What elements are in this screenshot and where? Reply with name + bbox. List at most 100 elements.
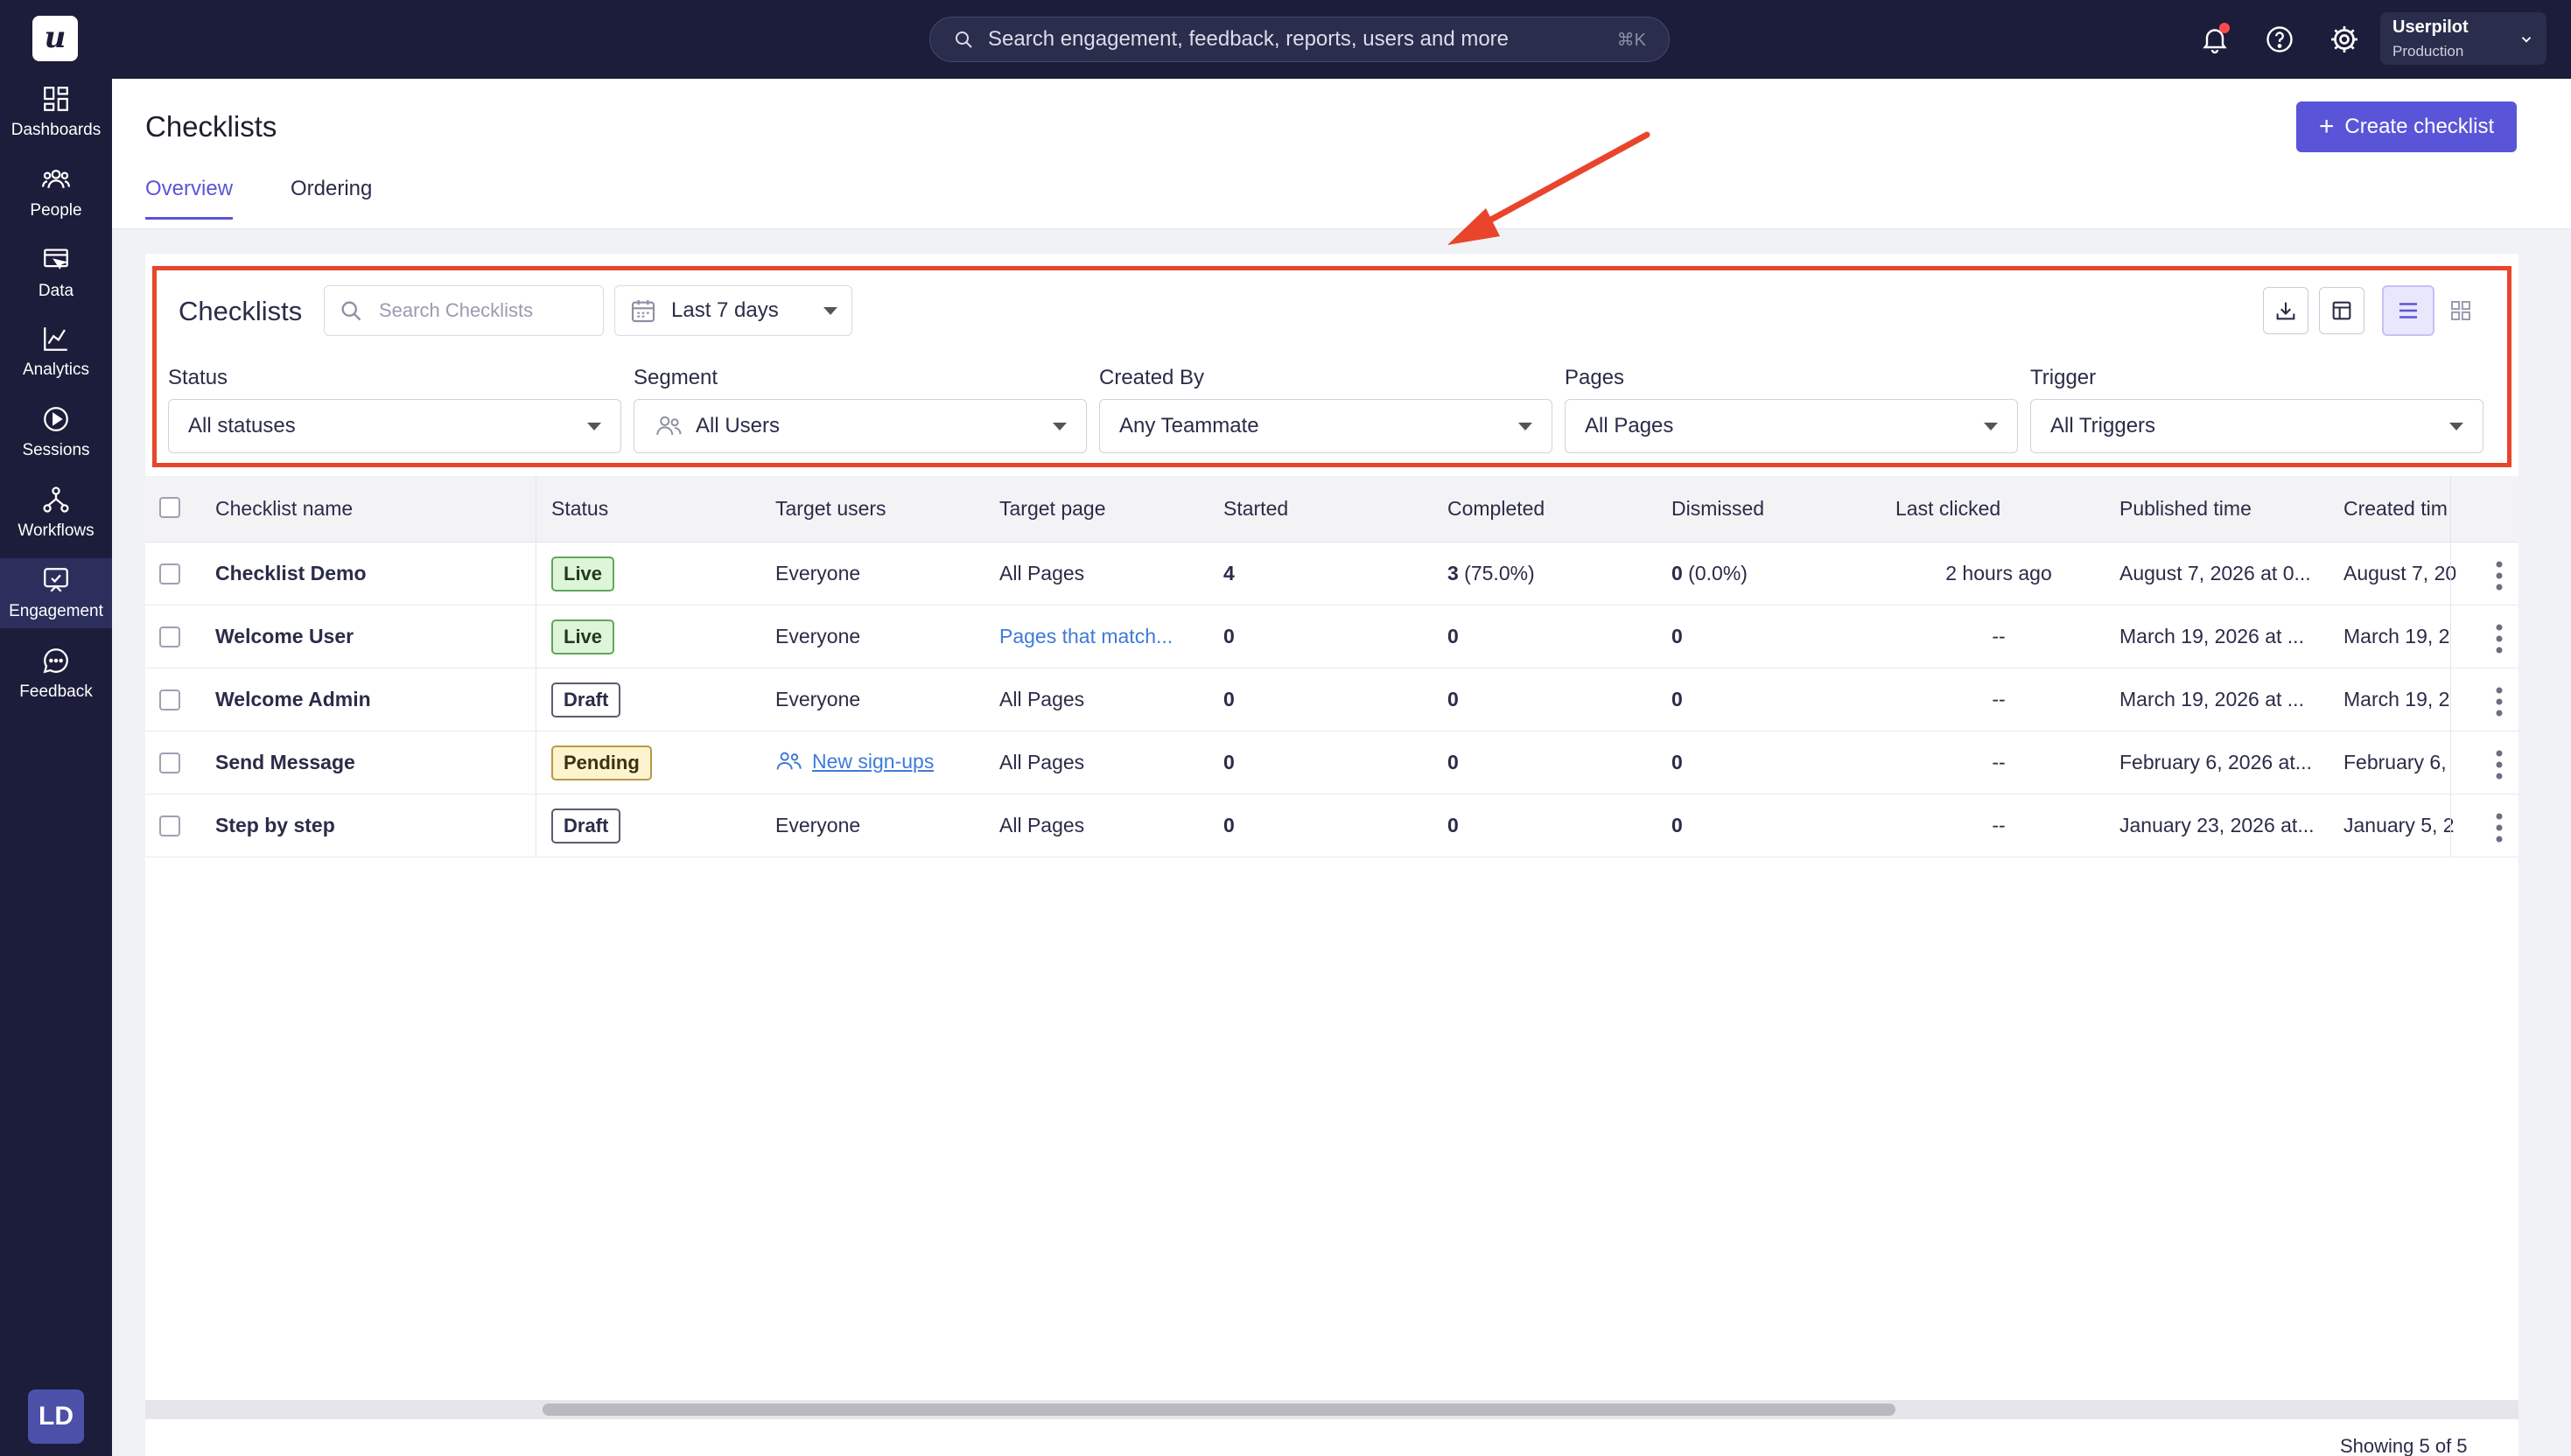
target-users-segment-link[interactable]: New sign-ups	[775, 749, 934, 774]
column-header-target-page[interactable]: Target page	[999, 497, 1105, 521]
search-icon	[956, 32, 972, 48]
completed-percent: (75.0%)	[1458, 562, 1535, 584]
column-header-completed[interactable]: Completed	[1447, 497, 1545, 521]
sidebar-item-label: Data	[38, 282, 74, 300]
row-checkbox[interactable]	[159, 626, 180, 648]
account-switcher[interactable]: Userpilot Production	[2380, 12, 2546, 65]
sidebar-item-dashboards[interactable]: Dashboards	[0, 77, 112, 147]
help-button[interactable]	[2259, 19, 2300, 60]
checklist-name[interactable]: Step by step	[215, 814, 335, 837]
analytics-icon	[44, 327, 67, 351]
plus-icon: +	[2318, 112, 2335, 141]
checklist-name[interactable]: Welcome User	[215, 625, 354, 648]
column-header-name[interactable]: Checklist name	[215, 497, 353, 521]
dismissed-value: 0	[1671, 751, 1683, 774]
row-checkbox[interactable]	[159, 564, 180, 584]
workflows-icon	[43, 486, 69, 513]
checklist-name[interactable]: Send Message	[215, 751, 355, 774]
row-actions-button[interactable]	[2480, 621, 2518, 656]
table-row[interactable]: Step by step Draft Everyone All Pages 0 …	[145, 794, 2518, 858]
row-actions-button[interactable]	[2480, 810, 2518, 845]
tab-overview[interactable]: Overview	[145, 177, 234, 220]
notifications-button[interactable]	[2195, 19, 2235, 60]
settings-button[interactable]	[2324, 19, 2364, 60]
sidebar-item-analytics[interactable]: Analytics	[0, 317, 112, 387]
global-search-input[interactable]: Search engagement, feedback, reports, us…	[929, 17, 1670, 62]
table-row[interactable]: Welcome Admin Draft Everyone All Pages 0…	[145, 668, 2518, 732]
published-time: January 23, 2026 at...	[2119, 814, 2315, 836]
select-all-checkbox[interactable]	[159, 497, 180, 518]
actions-column-divider	[2450, 476, 2451, 858]
sidebar: u Dashboards People Data Analytics Sessi…	[0, 0, 112, 1456]
created-time: August 7, 20	[2343, 562, 2457, 584]
target-page-link[interactable]: Pages that match...	[999, 625, 1206, 648]
completed-count: 0	[1447, 814, 1459, 837]
published-time: March 19, 2026 at ...	[2119, 625, 2304, 648]
started-count: 0	[1223, 625, 1235, 648]
column-header-created-time[interactable]: Created tim	[2343, 497, 2571, 521]
created-time: March 19, 2	[2343, 688, 2450, 710]
sidebar-item-engagement[interactable]: Engagement	[0, 558, 112, 628]
target-page: All Pages	[999, 562, 1085, 584]
table-row[interactable]: Send Message Pending New sign-ups All Pa…	[145, 732, 2518, 794]
last-clicked: --	[1992, 751, 2006, 774]
started-count: 4	[1223, 562, 1235, 584]
chevron-down-icon	[2521, 37, 2532, 43]
sidebar-item-label: Engagement	[9, 602, 103, 620]
table-row[interactable]: Welcome User Live Everyone Pages that ma…	[145, 606, 2518, 668]
scrollbar-thumb[interactable]	[543, 1404, 1895, 1416]
last-clicked: --	[1992, 688, 2006, 710]
column-header-started[interactable]: Started	[1223, 497, 1288, 521]
gear-icon	[2331, 26, 2357, 52]
column-header-published-time[interactable]: Published time	[2119, 497, 2252, 521]
dismissed-count: 0	[1671, 751, 1683, 774]
data-icon	[44, 248, 68, 270]
last-clicked: --	[1992, 814, 2006, 836]
dismissed-value: 0	[1671, 625, 1683, 648]
row-actions-button[interactable]	[2480, 684, 2518, 719]
dismissed-count: 0	[1671, 814, 1683, 837]
row-checkbox[interactable]	[159, 752, 180, 774]
sidebar-item-data[interactable]: Data	[0, 238, 112, 308]
column-header-status[interactable]: Status	[551, 497, 608, 521]
published-time: March 19, 2026 at ...	[2119, 688, 2304, 710]
kebab-icon	[2496, 750, 2503, 780]
sidebar-item-feedback[interactable]: Feedback	[0, 639, 112, 709]
table-row[interactable]: Checklist Demo Live Everyone All Pages 4…	[145, 542, 2518, 606]
dismissed-value: 0	[1671, 688, 1683, 710]
dashboards-icon	[44, 87, 68, 111]
checklist-name[interactable]: Checklist Demo	[215, 562, 367, 585]
tab-ordering[interactable]: Ordering	[291, 177, 372, 217]
sidebar-item-label: Analytics	[22, 360, 90, 379]
row-checkbox[interactable]	[159, 690, 180, 710]
column-header-target-users[interactable]: Target users	[775, 497, 886, 521]
users-icon	[776, 752, 802, 770]
status-badge: Pending	[551, 746, 652, 780]
dismissed-value: 0	[1671, 814, 1683, 836]
column-header-last-clicked[interactable]: Last clicked	[1895, 497, 2000, 521]
sidebar-item-sessions[interactable]: Sessions	[0, 397, 112, 467]
userpilot-logo[interactable]: u	[32, 16, 78, 61]
completed-value: 3	[1447, 562, 1459, 584]
row-checkbox[interactable]	[159, 816, 180, 836]
checklist-name[interactable]: Welcome Admin	[215, 688, 371, 711]
avatar[interactable]: LD	[28, 1390, 84, 1444]
notification-dot	[2219, 23, 2230, 33]
column-header-dismissed[interactable]: Dismissed	[1671, 497, 1764, 521]
page-title: Checklists	[145, 110, 277, 143]
topbar: Search engagement, feedback, reports, us…	[112, 0, 2571, 79]
row-actions-button[interactable]	[2480, 558, 2518, 593]
sidebar-item-workflows[interactable]: Workflows	[0, 478, 112, 548]
dismissed-percent: (0.0%)	[1682, 562, 1748, 584]
created-time: February 6,	[2343, 751, 2447, 774]
create-checklist-button[interactable]: + Create checklist	[2296, 102, 2517, 152]
kebab-icon	[2496, 813, 2503, 843]
completed-value: 0	[1447, 688, 1459, 710]
sidebar-item-label: Dashboards	[11, 121, 102, 139]
row-actions-button[interactable]	[2480, 747, 2518, 782]
completed-count: 0	[1447, 625, 1459, 648]
sidebar-item-label: Workflows	[18, 522, 95, 540]
last-clicked: 2 hours ago	[1945, 562, 2052, 584]
sidebar-item-people[interactable]: People	[0, 158, 112, 228]
status-badge: Draft	[551, 682, 621, 718]
